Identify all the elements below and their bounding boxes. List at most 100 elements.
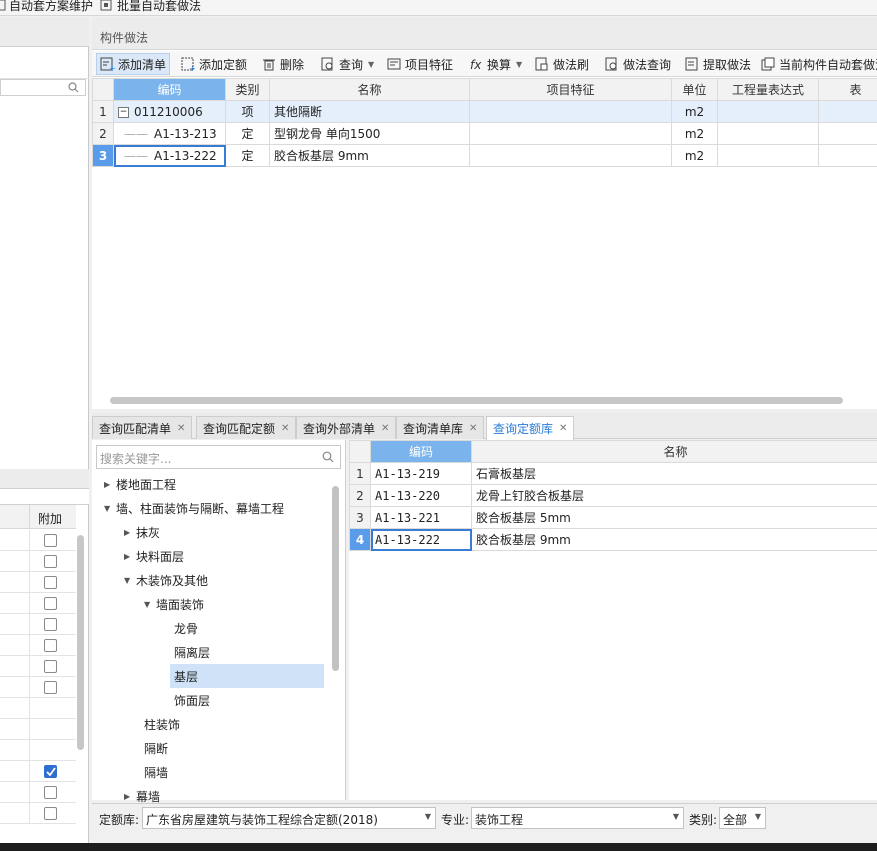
extra-checkbox[interactable] [44, 555, 57, 568]
name-cell[interactable]: 胶合板基层 9mm [269, 144, 470, 167]
left-search-input[interactable] [0, 79, 86, 96]
table-row[interactable]: 3 —— A1-13-222 定 胶合板基层 9mm m2 [92, 144, 877, 167]
tab-1[interactable]: 查询匹配清单 ✕ [92, 416, 193, 439]
batch-auto-button[interactable]: 批量自动套做法 [100, 0, 201, 15]
tree-node[interactable]: 隔断 [144, 736, 168, 760]
left-grid-row[interactable] [0, 551, 76, 572]
name-cell[interactable]: 型钢龙骨 单向1500 [269, 122, 470, 145]
toolbar-button-7[interactable]: 做法刷 [532, 53, 592, 75]
feature-cell[interactable] [469, 100, 672, 123]
left-grid-row[interactable] [0, 614, 76, 635]
type-cell[interactable]: 项 [225, 100, 270, 123]
chevron-right-icon[interactable]: ▶ [104, 480, 116, 489]
toolbar-button-10[interactable]: 当前构件自动套做法 [758, 53, 877, 75]
tab-2[interactable]: 查询匹配定额 ✕ [196, 416, 297, 439]
table-row[interactable]: 1 −011210006 项 其他隔断 m2 [92, 100, 877, 123]
extra-checkbox[interactable] [44, 639, 57, 652]
major-select[interactable]: 装饰工程 ▼ [471, 807, 684, 829]
horizontal-scrollbar[interactable] [110, 397, 843, 404]
library-select[interactable]: 广东省房屋建筑与装饰工程综合定额(2018) ▼ [142, 807, 436, 829]
chevron-right-icon[interactable]: ▶ [124, 528, 136, 537]
tree-node[interactable]: ▼ 木装饰及其他 [124, 568, 208, 592]
extra-checkbox[interactable] [44, 786, 57, 799]
name-cell[interactable]: 龙骨上钉胶合板基层 [471, 484, 877, 507]
expression-cell[interactable] [717, 122, 819, 145]
code-cell[interactable]: A1-13-222 [370, 528, 472, 551]
table-row[interactable]: 3 A1-13-221 胶合板基层 5mm [349, 506, 877, 529]
toolbar-button-3[interactable]: 删除 [259, 53, 307, 75]
name-cell[interactable]: 石膏板基层 [471, 462, 877, 485]
chevron-right-icon[interactable]: ▶ [124, 792, 136, 801]
left-grid-row[interactable] [0, 593, 76, 614]
tree-node[interactable]: 基层 [170, 664, 324, 688]
feature-cell[interactable] [469, 122, 672, 145]
expression-cell[interactable] [717, 100, 819, 123]
name-cell[interactable]: 胶合板基层 5mm [471, 506, 877, 529]
header-name[interactable]: 名称 [471, 440, 877, 463]
code-cell[interactable]: A1-13-220 [370, 484, 472, 507]
name-cell[interactable]: 其他隔断 [269, 100, 470, 123]
tab-3[interactable]: 查询外部清单 ✕ [296, 416, 397, 439]
toolbar-button-4[interactable]: 查询 ▼ [318, 53, 377, 75]
tree-node[interactable]: ▼ 墙面装饰 [144, 592, 204, 616]
extra-checkbox[interactable] [44, 660, 57, 673]
tree-node[interactable]: 隔墙 [144, 760, 168, 784]
extra-checkbox[interactable] [44, 597, 57, 610]
code-cell[interactable]: —— A1-13-222 [113, 144, 226, 167]
code-cell[interactable]: −011210006 [113, 100, 226, 123]
extra-checkbox[interactable] [44, 534, 57, 547]
chevron-down-icon[interactable]: ▼ [144, 600, 156, 609]
table-row[interactable]: 4 A1-13-222 胶合板基层 9mm [349, 528, 877, 551]
tree-node[interactable]: ▶ 块料面层 [124, 544, 184, 568]
toolbar-button-8[interactable]: 做法查询 [602, 53, 674, 75]
tab-4[interactable]: 查询清单库 ✕ [396, 416, 485, 439]
header-unit[interactable]: 单位 [671, 78, 718, 101]
type-cell[interactable]: 定 [225, 144, 270, 167]
left-grid-row[interactable] [0, 530, 76, 551]
left-grid-row[interactable] [0, 677, 76, 698]
chevron-down-icon[interactable]: ▼ [104, 504, 116, 513]
code-cell[interactable]: —— A1-13-213 [113, 122, 226, 145]
tree-node[interactable]: ▶ 楼地面工程 [104, 472, 176, 496]
chevron-right-icon[interactable]: ▶ [124, 552, 136, 561]
table-row[interactable]: 1 A1-13-219 石膏板基层 [349, 462, 877, 485]
close-icon[interactable]: ✕ [177, 423, 185, 434]
tree-node[interactable]: 龙骨 [174, 616, 198, 640]
close-icon[interactable]: ✕ [559, 423, 567, 434]
tree-node[interactable]: ▼ 墙、柱面装饰与隔断、幕墙工程 [104, 496, 284, 520]
category-select[interactable]: 全部 ▼ [719, 807, 766, 829]
extra-checkbox[interactable] [44, 576, 57, 589]
extra-checkbox[interactable] [44, 807, 57, 820]
tree-node[interactable]: ▶ 抹灰 [124, 520, 160, 544]
left-grid-row[interactable] [0, 803, 76, 824]
left-grid-row[interactable] [0, 635, 76, 656]
header-type[interactable]: 类别 [225, 78, 270, 101]
auto-scheme-button[interactable]: 自动套方案维护 [0, 0, 93, 15]
header-code[interactable]: 编码 [370, 440, 472, 463]
more-cell[interactable] [818, 144, 877, 167]
header-expression[interactable]: 工程量表达式 [717, 78, 819, 101]
tree-scrollbar[interactable] [332, 486, 339, 671]
unit-cell[interactable]: m2 [671, 122, 718, 145]
more-cell[interactable] [818, 122, 877, 145]
extra-checkbox[interactable] [44, 618, 57, 631]
close-icon[interactable]: ✕ [469, 423, 477, 434]
header-code[interactable]: 编码 [113, 78, 226, 101]
toolbar-button-9[interactable]: 提取做法 [682, 53, 754, 75]
name-cell[interactable]: 胶合板基层 9mm [471, 528, 877, 551]
collapse-icon[interactable]: − [118, 106, 129, 118]
expression-cell[interactable] [717, 144, 819, 167]
more-cell[interactable] [818, 100, 877, 123]
table-row[interactable]: 2 —— A1-13-213 定 型钢龙骨 单向1500 m2 [92, 122, 877, 145]
left-grid-row[interactable] [0, 719, 76, 740]
left-grid-row[interactable] [0, 572, 76, 593]
toolbar-button-5[interactable]: 项目特征 [384, 53, 456, 75]
tree-node[interactable]: 柱装饰 [144, 712, 180, 736]
code-cell[interactable]: A1-13-221 [370, 506, 472, 529]
tree-node[interactable]: 饰面层 [174, 688, 210, 712]
tree-search-input[interactable]: 搜索关键字... [96, 445, 341, 469]
chevron-down-icon[interactable]: ▼ [124, 576, 136, 585]
extra-checkbox[interactable] [44, 765, 57, 778]
left-grid-row[interactable] [0, 782, 76, 803]
unit-cell[interactable]: m2 [671, 100, 718, 123]
